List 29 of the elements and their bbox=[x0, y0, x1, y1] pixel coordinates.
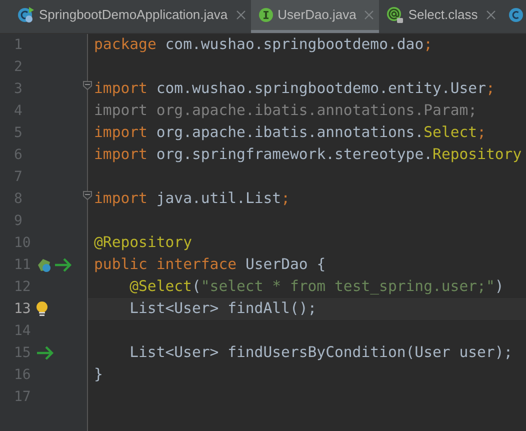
code-line: import org.springframework.stereotype.Repository bbox=[94, 144, 522, 165]
code-line: package com.wushao.springbootdemo.dao; bbox=[94, 34, 433, 55]
fold-icon[interactable] bbox=[83, 191, 92, 200]
class-icon bbox=[508, 7, 524, 23]
code-line: @Repository bbox=[94, 232, 192, 253]
lightbulb-icon[interactable] bbox=[36, 301, 48, 317]
interface-icon bbox=[258, 7, 274, 23]
code-line: } bbox=[94, 364, 103, 385]
fold-icon[interactable] bbox=[83, 81, 92, 90]
code-line: import org.apache.ibatis.annotations.Param; bbox=[94, 100, 478, 121]
code-line: import java.util.List; bbox=[94, 188, 290, 209]
code-line: import org.apache.ibatis.annotations.Select; bbox=[94, 122, 486, 143]
class-icon bbox=[17, 6, 35, 24]
code-line: List<User> findAll(); bbox=[128, 298, 317, 319]
close-icon[interactable] bbox=[364, 10, 374, 20]
line-number: 13 bbox=[13, 300, 32, 318]
editor-tab[interactable]: Select.class bbox=[379, 0, 501, 33]
code-line: import com.wushao.springbootdemo.entity.User; bbox=[94, 78, 495, 99]
close-icon[interactable] bbox=[236, 10, 246, 20]
close-icon[interactable] bbox=[486, 10, 496, 20]
code-line: List<User> findUsersByCondition(User user); bbox=[128, 342, 513, 363]
annotation-icon bbox=[386, 6, 404, 24]
code-line: public interface UserDao { bbox=[94, 254, 326, 275]
arrow-icon[interactable] bbox=[54, 258, 72, 272]
bean-icon[interactable] bbox=[36, 257, 52, 273]
editor-tab[interactable]: SpringbootDemoApplication.java bbox=[10, 0, 251, 33]
arrow-icon[interactable] bbox=[36, 346, 54, 360]
code-line: @Select("select * from test_spring.user;") bbox=[128, 276, 504, 297]
editor-tab[interactable]: UserDao.java bbox=[250, 0, 380, 33]
